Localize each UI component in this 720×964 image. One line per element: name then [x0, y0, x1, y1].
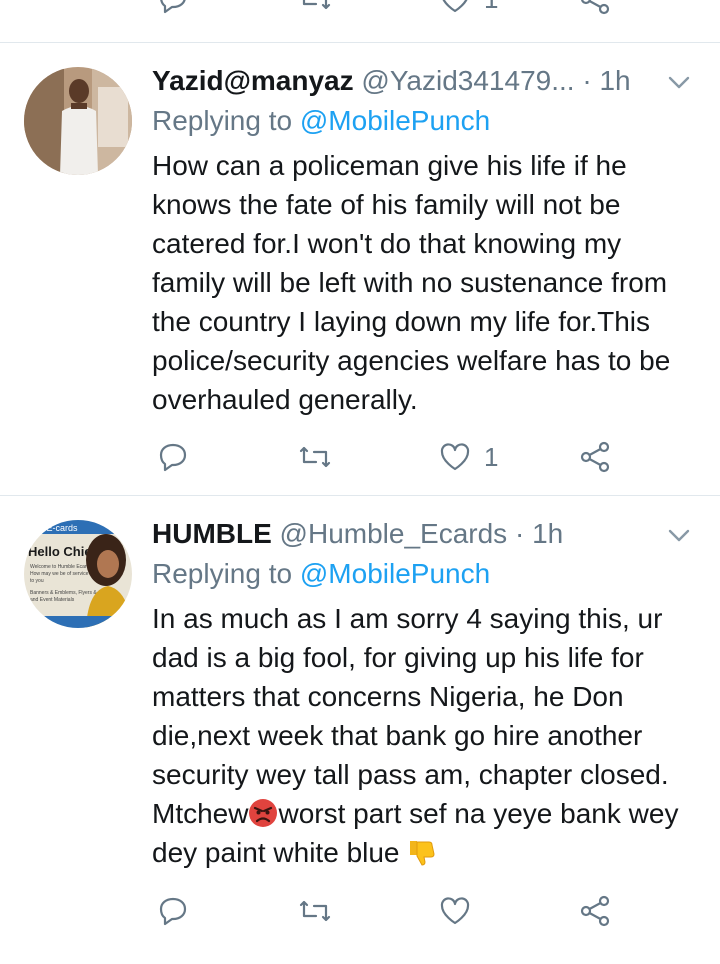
- share-button[interactable]: [578, 894, 612, 928]
- share-icon: [580, 441, 610, 473]
- separator-dot: ·: [514, 518, 525, 549]
- reply-icon: [159, 443, 187, 472]
- replying-to-label: Replying to: [152, 105, 293, 136]
- retweet-icon: [299, 900, 331, 922]
- tweet-text: In as much as I am sorry 4 saying this, …: [152, 599, 697, 872]
- replying-to: Replying to @MobilePunch: [152, 558, 490, 590]
- share-button[interactable]: [578, 440, 612, 474]
- like-button[interactable]: 1: [438, 440, 498, 474]
- svg-text:How may we be of service: How may we be of service: [30, 571, 89, 577]
- retweet-button[interactable]: [298, 440, 332, 474]
- reply-icon: [160, 0, 186, 14]
- share-icon: [581, 0, 610, 15]
- avatar[interactable]: [24, 67, 132, 175]
- display-name[interactable]: Yazid@manyaz: [152, 65, 354, 96]
- heart-icon: [440, 897, 470, 925]
- like-count: 1: [484, 0, 498, 15]
- retweet-icon: [299, 446, 331, 468]
- share-button[interactable]: [578, 0, 612, 16]
- separator-dot: ·: [582, 65, 592, 96]
- more-options-button[interactable]: [666, 69, 692, 95]
- like-count: 1: [484, 441, 499, 472]
- replying-to-label: Replying to: [152, 558, 293, 589]
- svg-text:to you: to you: [30, 578, 44, 584]
- chevron-down-icon: [668, 529, 690, 542]
- svg-text:and Event Materials: and Event Materials: [30, 597, 75, 603]
- tweet-header: Yazid@manyaz @Yazid341479... · 1h: [152, 65, 660, 97]
- timestamp[interactable]: 1h: [532, 518, 563, 549]
- reply-button[interactable]: [156, 894, 190, 928]
- display-name[interactable]: HUMBLE: [152, 518, 272, 549]
- heart-icon: [442, 0, 468, 13]
- retweet-button[interactable]: [298, 894, 332, 928]
- retweet-icon: [302, 0, 331, 10]
- svg-text:ole E-cards: ole E-cards: [32, 523, 78, 533]
- svg-text:Welcome to Humble Ecards: Welcome to Humble Ecards: [30, 564, 92, 570]
- mention-link[interactable]: @MobilePunch: [300, 105, 490, 136]
- angry-face-emoji-icon: [249, 799, 278, 827]
- share-icon: [580, 895, 610, 927]
- tweet-text: How can a policeman give his life if he …: [152, 150, 671, 415]
- tweet-text-part: In as much as I am sorry 4 saying this, …: [152, 603, 669, 829]
- heart-icon: [440, 443, 470, 471]
- reply-icon: [159, 897, 187, 926]
- user-handle[interactable]: @Humble_Ecards: [280, 518, 508, 549]
- more-options-button[interactable]: [666, 522, 692, 548]
- chevron-down-icon: [668, 76, 690, 89]
- previous-tweet-actions: 1: [0, 0, 720, 40]
- tweet[interactable]: Yazid@manyaz @Yazid341479... · 1h Replyi…: [0, 43, 720, 493]
- mention-link[interactable]: @MobilePunch: [300, 558, 490, 589]
- like-button[interactable]: 1: [438, 0, 498, 16]
- user-handle[interactable]: @Yazid341479...: [361, 65, 574, 96]
- like-button[interactable]: [438, 894, 472, 928]
- retweet-button[interactable]: [298, 0, 332, 16]
- replying-to: Replying to @MobilePunch: [152, 105, 490, 137]
- timestamp[interactable]: 1h: [599, 65, 630, 96]
- reply-button[interactable]: [156, 0, 190, 16]
- reply-button[interactable]: [156, 440, 190, 474]
- avatar[interactable]: ole E-cards Hello Chief, Welcome to Humb…: [24, 520, 132, 628]
- tweet[interactable]: ole E-cards Hello Chief, Welcome to Humb…: [0, 496, 720, 964]
- tweet-header: HUMBLE @Humble_Ecards · 1h: [152, 518, 660, 550]
- thumbs-down-emoji-icon: [410, 841, 435, 866]
